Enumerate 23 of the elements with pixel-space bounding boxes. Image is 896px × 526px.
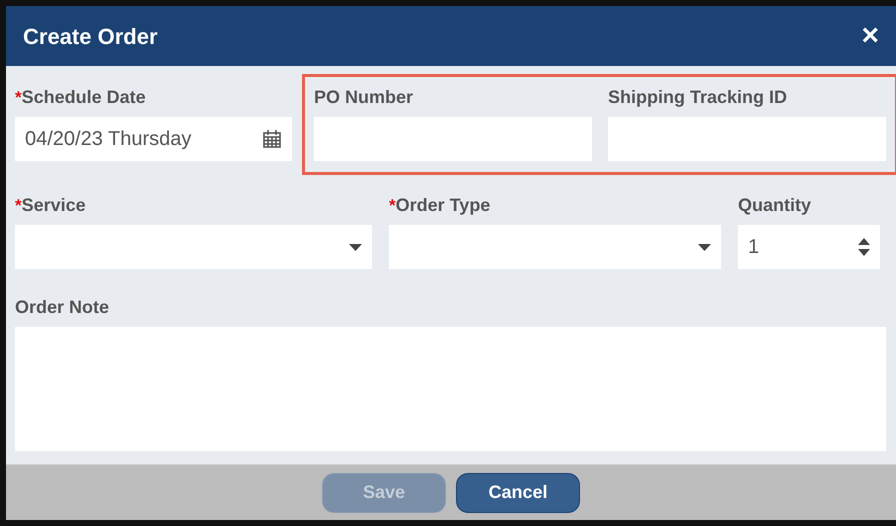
quantity-value: 1 [748, 235, 760, 260]
field-label: PO Number [314, 88, 414, 106]
calendar-icon [262, 129, 282, 149]
dropdown-field[interactable] [15, 225, 372, 269]
dialog-title: Create Order [23, 22, 158, 50]
field-label: Order Type [396, 196, 490, 214]
cancel-button[interactable]: Cancel [456, 472, 580, 512]
date-value: 04/20/23 Thursday [25, 127, 192, 152]
required-marker: * [389, 197, 396, 214]
required-marker: * [15, 197, 22, 214]
field-label: Schedule Date [22, 88, 146, 106]
date-field[interactable]: 04/20/23 Thursday [15, 117, 292, 161]
dropdown-field[interactable] [389, 225, 721, 269]
field-label: Service [22, 196, 86, 214]
close-button[interactable]: × [861, 21, 879, 51]
caret-icon [349, 244, 362, 250]
caret-icon [698, 244, 711, 250]
field-label: Quantity [738, 196, 812, 214]
field-label: Shipping Tracking ID [608, 88, 788, 106]
spinner-icon [858, 238, 870, 256]
field-label: Order Note [15, 298, 110, 316]
number-field[interactable]: 1 [738, 225, 880, 269]
required-marker: * [15, 89, 22, 106]
